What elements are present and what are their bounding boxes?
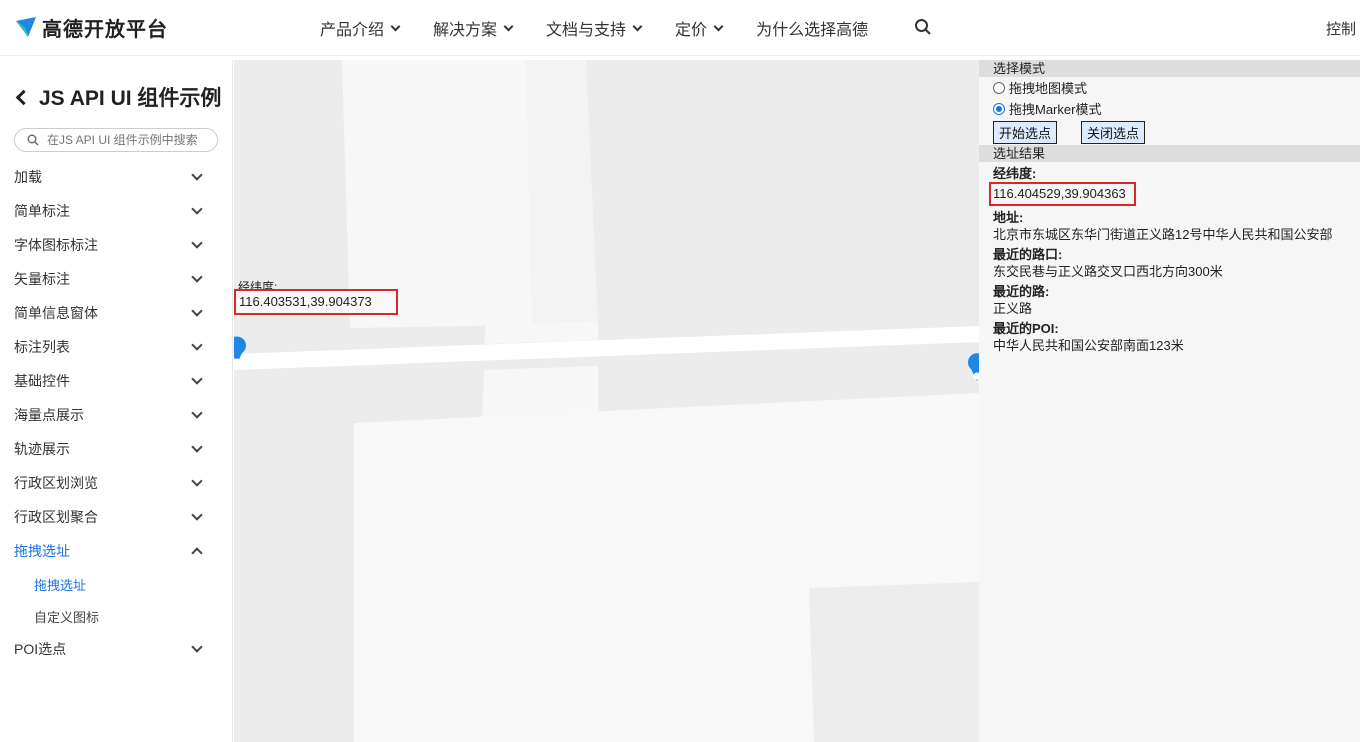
nearest-poi-label: 最近的POI: bbox=[993, 321, 1059, 336]
nearest-cross-label: 最近的路口: bbox=[993, 247, 1063, 262]
sidebar-item-font-icon-marker[interactable]: 字体图标标注 bbox=[0, 228, 233, 262]
sidebar-item-basic-controls[interactable]: 基础控件 bbox=[0, 364, 233, 398]
sidebar-item-label: 简单标注 bbox=[14, 203, 70, 219]
sidebar-title[interactable]: JS API UI 组件示例 bbox=[14, 82, 221, 112]
map-canvas[interactable]: 经纬度: 116.403531,39.904373 bbox=[234, 60, 979, 742]
sidebar-item-mass-points[interactable]: 海量点展示 bbox=[0, 398, 233, 432]
sidebar-item-label: 轨迹展示 bbox=[14, 441, 70, 457]
sidebar-item-label: 标注列表 bbox=[14, 339, 70, 355]
sidebar-item-vector-marker[interactable]: 矢量标注 bbox=[0, 262, 233, 296]
address-value: 北京市东城区东华门街道正义路12号中华人民共和国公安部 bbox=[993, 227, 1333, 242]
chevron-down-icon bbox=[191, 271, 203, 283]
search-icon[interactable] bbox=[914, 18, 932, 36]
nav-label: 解决方案 bbox=[433, 22, 498, 39]
chevron-down-icon bbox=[191, 373, 203, 385]
sidebar-item-label: POI选点 bbox=[14, 641, 67, 657]
sidebar-item-label: 行政区划聚合 bbox=[14, 509, 98, 525]
chevron-down-icon bbox=[503, 21, 514, 31]
result-header: 选址结果 bbox=[979, 145, 1360, 162]
console-link[interactable]: 控制 bbox=[1326, 18, 1356, 39]
top-nav-bar: 高德开放平台 产品介绍 解决方案 文档与支持 定价 为什么选择高德 控制 bbox=[0, 0, 1360, 56]
mode-header: 选择模式 bbox=[979, 60, 1360, 77]
mode-drag-marker[interactable]: 拖拽Marker模式 bbox=[979, 98, 1360, 119]
sidebar-item-simple-marker[interactable]: 简单标注 bbox=[0, 194, 233, 228]
logo-text: 高德开放平台 bbox=[42, 18, 168, 41]
chevron-down-icon bbox=[191, 509, 203, 521]
chevron-up-icon bbox=[191, 547, 203, 559]
mode-label: 拖拽地图模式 bbox=[1009, 81, 1088, 96]
nav-why[interactable]: 为什么选择高德 bbox=[756, 16, 868, 40]
sidebar-item-load[interactable]: 加载 bbox=[0, 160, 233, 194]
chevron-down-icon bbox=[191, 441, 203, 453]
chevron-down-icon bbox=[191, 339, 203, 351]
start-pick-button[interactable]: 开始选点 bbox=[993, 120, 1058, 144]
main-nav: 产品介绍 解决方案 文档与支持 定价 为什么选择高德 bbox=[320, 16, 902, 40]
sidebar-item-label: 简单信息窗体 bbox=[14, 305, 98, 321]
sidebar: JS API UI 组件示例 加载 简单标注 字体图标标注 矢量标注 简单信息窗… bbox=[0, 60, 233, 742]
sidebar-item-info-window[interactable]: 简单信息窗体 bbox=[0, 296, 233, 330]
back-icon[interactable] bbox=[15, 89, 32, 105]
nav-label: 文档与支持 bbox=[546, 22, 627, 39]
sidebar-item-label: 行政区划浏览 bbox=[14, 475, 98, 491]
nearest-road-label: 最近的路: bbox=[993, 284, 1050, 299]
nav-label: 定价 bbox=[675, 22, 708, 39]
chevron-down-icon bbox=[390, 21, 401, 31]
sidebar-search-input[interactable] bbox=[47, 133, 207, 147]
sidebar-item-track[interactable]: 轨迹展示 bbox=[0, 432, 233, 466]
sidebar-item-district-browse[interactable]: 行政区划浏览 bbox=[0, 466, 233, 500]
chevron-down-icon bbox=[191, 407, 203, 419]
map-tiles bbox=[234, 60, 979, 742]
radio-drag-marker[interactable] bbox=[993, 102, 1005, 115]
nav-products[interactable]: 产品介绍 bbox=[320, 16, 401, 40]
address-label: 地址: bbox=[993, 210, 1024, 225]
result-panel: 选择模式 拖拽地图模式 拖拽Marker模式 开始选点 关闭选点 选址结果 经纬… bbox=[979, 60, 1360, 742]
sidebar-item-label: 拖拽选址 bbox=[14, 543, 70, 559]
nearest-road-value: 正义路 bbox=[993, 301, 1033, 316]
sidebar-subitem-drag-select[interactable]: 拖拽选址 bbox=[0, 568, 233, 600]
result-list: 经纬度: 116.404529,39.904363 地址: 北京市东城区东华门街… bbox=[979, 165, 1360, 354]
chevron-down-icon bbox=[713, 21, 724, 31]
sidebar-search[interactable] bbox=[14, 128, 218, 152]
radio-drag-map[interactable] bbox=[993, 81, 1005, 94]
nav-solutions[interactable]: 解决方案 bbox=[433, 16, 514, 40]
nav-pricing[interactable]: 定价 bbox=[675, 16, 724, 40]
logo[interactable]: 高德开放平台 bbox=[14, 13, 168, 41]
chevron-down-icon bbox=[191, 203, 203, 215]
nav-label: 为什么选择高德 bbox=[756, 22, 869, 39]
chevron-down-icon bbox=[191, 305, 203, 317]
search-icon bbox=[27, 134, 39, 146]
sidebar-item-poi-picker[interactable]: POI选点 bbox=[0, 632, 233, 666]
nearest-cross-value: 东交民巷与正义路交叉口西北方向300米 bbox=[993, 264, 1223, 279]
chevron-down-icon bbox=[191, 641, 203, 653]
sidebar-item-marker-list[interactable]: 标注列表 bbox=[0, 330, 233, 364]
logo-icon bbox=[14, 15, 38, 39]
lnglat-value: 116.404529,39.904363 bbox=[989, 182, 1136, 206]
chevron-down-icon bbox=[191, 169, 203, 181]
mode-label: 拖拽Marker模式 bbox=[1009, 102, 1102, 117]
sidebar-item-label: 字体图标标注 bbox=[14, 237, 98, 253]
nearest-poi-value: 中华人民共和国公安部南面123米 bbox=[993, 338, 1184, 353]
chevron-down-icon bbox=[632, 21, 643, 31]
nav-docs[interactable]: 文档与支持 bbox=[546, 16, 643, 40]
sidebar-item-drag-select[interactable]: 拖拽选址 bbox=[0, 534, 233, 568]
mode-drag-map[interactable]: 拖拽地图模式 bbox=[979, 77, 1360, 98]
chevron-down-icon bbox=[191, 475, 203, 487]
sidebar-menu: 加载 简单标注 字体图标标注 矢量标注 简单信息窗体 标注列表 基础控件 海量点… bbox=[0, 160, 233, 666]
sidebar-item-label: 矢量标注 bbox=[14, 271, 70, 287]
lnglat-label: 经纬度: bbox=[993, 166, 1037, 181]
map-coordinate-box: 116.403531,39.904373 bbox=[234, 289, 398, 315]
sidebar-title-text: JS API UI 组件示例 bbox=[39, 87, 222, 110]
button-row: 开始选点 关闭选点 bbox=[979, 119, 1360, 145]
sidebar-item-label: 海量点展示 bbox=[14, 407, 84, 423]
sidebar-item-label: 加载 bbox=[14, 169, 42, 185]
close-pick-button[interactable]: 关闭选点 bbox=[1081, 120, 1146, 144]
sidebar-subitem-custom-icon[interactable]: 自定义图标 bbox=[0, 600, 233, 632]
sidebar-item-district-cluster[interactable]: 行政区划聚合 bbox=[0, 500, 233, 534]
sidebar-item-label: 基础控件 bbox=[14, 373, 70, 389]
chevron-down-icon bbox=[191, 237, 203, 249]
nav-label: 产品介绍 bbox=[320, 22, 385, 39]
